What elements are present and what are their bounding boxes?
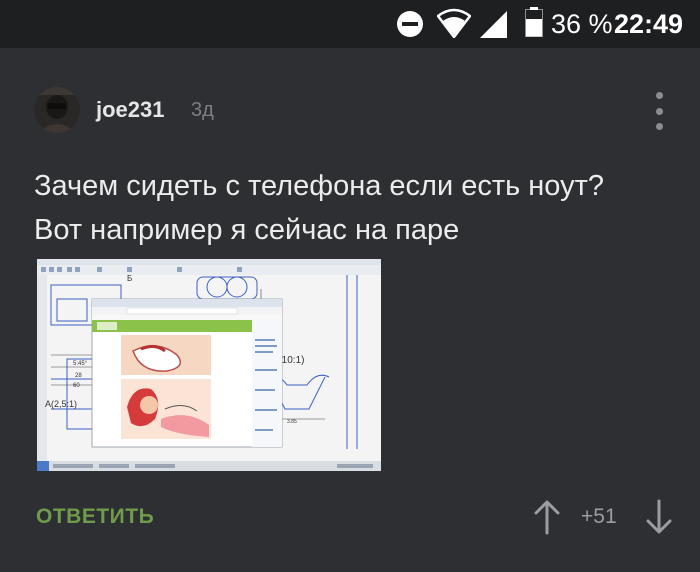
comment-line-2: Вот например я сейчас на паре (34, 214, 460, 246)
svg-text:Б: Б (127, 274, 132, 283)
attached-screenshot[interactable]: Б Б (10:1) A(2,5:1) 5:45° 28 60 3.85 (37, 259, 381, 471)
comment-body: Зачем сидеть с телефона если есть ноут? … (34, 164, 674, 252)
author-username[interactable]: joe231 (96, 97, 165, 123)
comment-time: 3д (191, 99, 214, 121)
battery-icon (525, 7, 543, 37)
more-vertical-icon[interactable] (646, 92, 672, 130)
comment-score: +51 (581, 505, 617, 528)
battery-percent: 36 % (551, 9, 613, 39)
arrow-up-icon[interactable] (532, 499, 562, 535)
cellular-signal-icon (480, 11, 507, 38)
comment-line-1: Зачем сидеть с телефона если есть ноут? (34, 170, 605, 202)
svg-text:5:45°: 5:45° (73, 361, 88, 367)
do-not-disturb-icon (397, 11, 423, 37)
svg-text:28: 28 (75, 373, 82, 379)
avatar[interactable] (34, 87, 80, 133)
screenshot-image: Б Б (10:1) A(2,5:1) 5:45° 28 60 3.85 (37, 259, 381, 471)
svg-text:A(2,5:1): A(2,5:1) (45, 399, 77, 409)
arrow-down-icon[interactable] (644, 499, 674, 535)
clock: 22:49 (614, 9, 684, 39)
status-bar: 36 % 22:49 (0, 0, 700, 48)
reply-button[interactable]: ОТВЕТИТЬ (36, 505, 154, 529)
avatar-image (34, 87, 80, 133)
svg-text:60: 60 (73, 383, 80, 389)
svg-text:3.85: 3.85 (287, 419, 297, 425)
wifi-icon (437, 8, 471, 38)
